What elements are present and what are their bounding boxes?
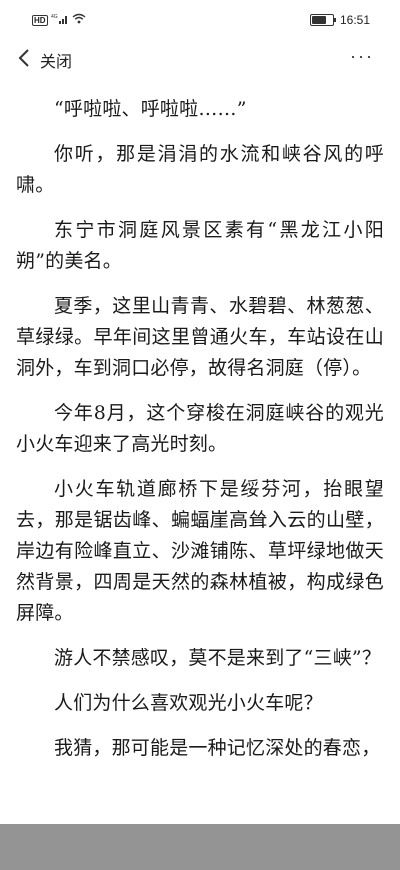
article-paragraph: 东宁市洞庭风景区素有“黑龙江小阳朔”的美名。 <box>16 219 384 272</box>
article-paragraph: 今年8月，这个穿梭在洞庭峡谷的观光小火车迎来了高光时刻。 <box>16 402 384 455</box>
wifi-icon <box>72 13 86 27</box>
hd-badge: HD <box>32 14 48 26</box>
article-paragraph: 游人不禁感叹，莫不是来到了“三峡”？ <box>54 647 382 669</box>
article-paragraph: 人们为什么喜欢观光小火车呢？ <box>54 692 323 714</box>
toolbar-button-2[interactable] <box>198 836 220 858</box>
status-bar: HD 4G 16:51 <box>0 0 400 40</box>
article-body: “呼啦啦、呼啦啦……” 你听，那是涓涓的水流和峡谷风的呼啸。 东宁市洞庭风景区素有“… <box>16 94 384 778</box>
signal-icon: 4G <box>51 13 69 27</box>
status-left: HD 4G <box>32 13 86 27</box>
toolbar-button-1[interactable] <box>130 836 152 858</box>
article-paragraph: “呼啦啦、呼啦啦……” <box>54 98 247 120</box>
article-paragraph: 你听，那是涓涓的水流和峡谷风的呼啸。 <box>16 143 384 196</box>
close-button[interactable]: 关闭 <box>18 48 72 72</box>
close-label: 关闭 <box>40 54 73 71</box>
bottom-toolbar <box>0 824 400 870</box>
battery-icon <box>309 14 336 26</box>
toolbar-button-3[interactable] <box>266 836 288 858</box>
battery-level <box>311 16 326 24</box>
status-right: 16:51 <box>309 13 370 27</box>
article-paragraph: 夏季，这里山青青、水碧碧、林葱葱、草绿绿。早年间这里曾通火车，车站设在山洞外，车… <box>16 295 384 379</box>
article-paragraph: 我猜，那可能是一种记忆深处的春恋， <box>54 737 381 759</box>
article-paragraph: 小火车轨道廊桥下是绥芬河，抬眼望去，那是锯齿峰、蝙蝠崖高耸入云的山壁，岸边有险峰… <box>16 478 384 624</box>
signal-type: 4G <box>51 14 58 20</box>
clock: 16:51 <box>339 13 370 27</box>
more-options-button[interactable]: ··· <box>350 46 374 67</box>
top-bar: 关闭 ··· <box>0 40 400 80</box>
chevron-left-icon <box>18 49 30 71</box>
